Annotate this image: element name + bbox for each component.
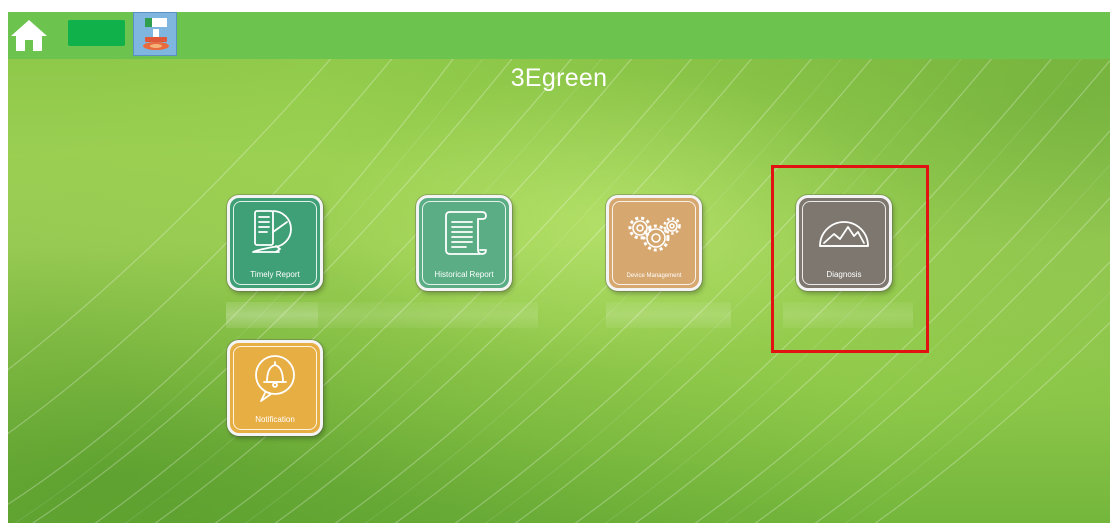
tile-label: Device Management xyxy=(626,273,682,279)
main-content: 3Egreen Timely Report Historical Report … xyxy=(8,59,1110,523)
app-frame: 3Egreen Timely Report Historical Report … xyxy=(8,12,1110,523)
tile-label: Historical Report xyxy=(434,270,494,279)
diagnosis-highlight-box xyxy=(771,165,929,353)
app-title: 3Egreen xyxy=(510,64,608,92)
tile-notification[interactable]: Notification xyxy=(227,340,323,436)
top-bar xyxy=(8,12,1110,59)
tile-timely-report[interactable]: Timely Report xyxy=(227,195,323,291)
home-icon xyxy=(11,20,47,51)
tile-historical-report[interactable]: Historical Report xyxy=(416,195,512,291)
home-button[interactable] xyxy=(9,18,49,52)
tile-caption-glow xyxy=(226,302,318,328)
scroll-document-icon xyxy=(445,211,487,255)
report-chart-icon xyxy=(252,210,292,253)
leaf-texture-background xyxy=(8,59,1110,523)
gears-icon xyxy=(628,216,681,252)
tile-caption-glow xyxy=(318,302,538,328)
green-button[interactable] xyxy=(68,20,125,46)
stamp-tool-icon xyxy=(143,18,169,50)
stamp-tool-button[interactable] xyxy=(133,12,177,56)
bell-icon xyxy=(255,355,295,402)
tile-device-management[interactable]: Device Management xyxy=(606,195,702,291)
tile-label: Notification xyxy=(255,415,295,424)
tile-label: Timely Report xyxy=(250,270,300,279)
tile-caption-glow xyxy=(606,302,731,328)
